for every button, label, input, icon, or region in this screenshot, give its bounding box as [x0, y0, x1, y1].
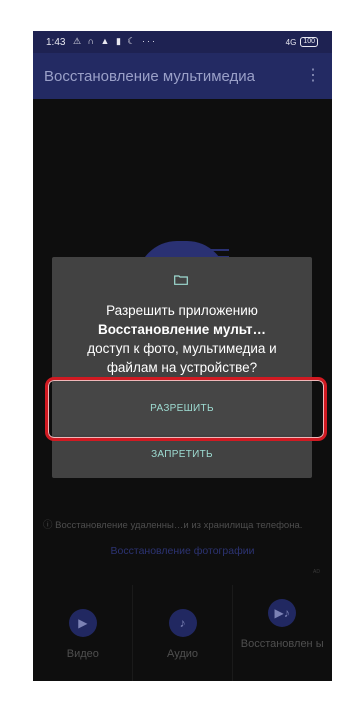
restored-icon: ▶♪	[268, 599, 297, 627]
allow-highlight-frame	[45, 377, 327, 441]
message-line-3: доступ к фото, мультимедиа и	[87, 341, 277, 356]
more-vert-icon[interactable]: ⋮	[305, 65, 321, 85]
permission-dialog: Разрешить приложению Восстановление муль…	[52, 257, 312, 478]
tile-audio[interactable]: ♪ Аудио	[133, 585, 233, 681]
tile-video-label: Видео	[66, 648, 99, 660]
tile-divider	[232, 585, 233, 681]
deny-button[interactable]: ЗАПРЕТИТЬ	[52, 440, 312, 470]
category-tiles: ▶ Видео ♪ Аудио ▶♪ Восстановлен ы	[33, 585, 332, 681]
notice-label: Восстановление удаленны…и из хранилища т…	[55, 520, 303, 531]
permission-message: Разрешить приложению Восстановление муль…	[62, 301, 302, 377]
app-title: Восстановление мультимедиа	[44, 68, 256, 85]
message-line-1: Разрешить приложению	[106, 303, 258, 318]
app-bar: Восстановление мультимедиа ⋮	[33, 53, 332, 99]
tile-restored[interactable]: ▶♪ Восстановлен ы	[232, 585, 332, 681]
signal-icon: 4G	[285, 37, 297, 47]
notice-text: ⓘ Восстановление удаленны…и из хранилища…	[43, 517, 328, 531]
battery-icon: 100	[300, 37, 318, 47]
message-line-4: файлам на устройстве?	[106, 360, 258, 375]
status-right: 4G 100	[286, 37, 318, 47]
ad-badge: AD	[313, 569, 320, 575]
info-icon: ⓘ	[43, 520, 53, 531]
message-app-name: Восстановление мульт…	[97, 322, 267, 337]
folder-icon	[174, 275, 188, 285]
video-icon: ▶	[68, 609, 97, 637]
recover-photos-link[interactable]: Восстановление фотографии	[33, 545, 332, 557]
music-icon: ♪	[168, 609, 197, 637]
status-bar: 1:43 ⚠ ∩ ▲ ▮ ☾ ··· 4G 100	[33, 31, 332, 53]
status-time: 1:43	[46, 37, 66, 48]
tile-audio-label: Аудио	[166, 648, 199, 660]
tile-video[interactable]: ▶ Видео	[33, 585, 133, 681]
tile-divider	[132, 585, 133, 681]
notification-icons: ⚠ ∩ ▲ ▮ ☾ ···	[73, 36, 157, 46]
tile-restored-label: Восстановлен ы	[240, 638, 324, 650]
